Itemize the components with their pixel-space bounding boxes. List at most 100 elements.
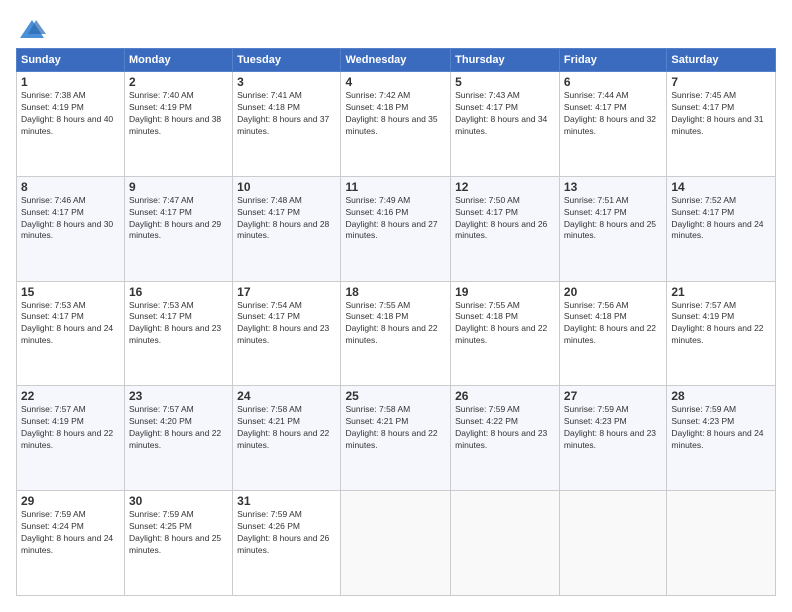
day-cell: 16 Sunrise: 7:53 AM Sunset: 4:17 PM Dayl… xyxy=(125,281,233,386)
day-info: Sunrise: 7:40 AM Sunset: 4:19 PM Dayligh… xyxy=(129,90,228,138)
day-cell xyxy=(451,491,560,596)
day-number: 31 xyxy=(237,494,336,508)
header-row: SundayMondayTuesdayWednesdayThursdayFrid… xyxy=(17,49,776,72)
week-row: 29 Sunrise: 7:59 AM Sunset: 4:24 PM Dayl… xyxy=(17,491,776,596)
day-number: 10 xyxy=(237,180,336,194)
day-number: 4 xyxy=(345,75,446,89)
day-info: Sunrise: 7:58 AM Sunset: 4:21 PM Dayligh… xyxy=(237,404,336,452)
day-number: 5 xyxy=(455,75,555,89)
day-cell: 27 Sunrise: 7:59 AM Sunset: 4:23 PM Dayl… xyxy=(559,386,666,491)
day-cell: 17 Sunrise: 7:54 AM Sunset: 4:17 PM Dayl… xyxy=(233,281,341,386)
week-row: 8 Sunrise: 7:46 AM Sunset: 4:17 PM Dayli… xyxy=(17,176,776,281)
day-info: Sunrise: 7:55 AM Sunset: 4:18 PM Dayligh… xyxy=(455,300,555,348)
day-info: Sunrise: 7:42 AM Sunset: 4:18 PM Dayligh… xyxy=(345,90,446,138)
day-info: Sunrise: 7:43 AM Sunset: 4:17 PM Dayligh… xyxy=(455,90,555,138)
day-cell: 4 Sunrise: 7:42 AM Sunset: 4:18 PM Dayli… xyxy=(341,72,451,177)
day-number: 7 xyxy=(671,75,771,89)
day-number: 21 xyxy=(671,285,771,299)
day-cell: 11 Sunrise: 7:49 AM Sunset: 4:16 PM Dayl… xyxy=(341,176,451,281)
day-header: Tuesday xyxy=(233,49,341,72)
day-cell: 30 Sunrise: 7:59 AM Sunset: 4:25 PM Dayl… xyxy=(125,491,233,596)
day-info: Sunrise: 7:59 AM Sunset: 4:22 PM Dayligh… xyxy=(455,404,555,452)
day-header: Friday xyxy=(559,49,666,72)
day-number: 3 xyxy=(237,75,336,89)
header xyxy=(16,16,776,38)
day-info: Sunrise: 7:53 AM Sunset: 4:17 PM Dayligh… xyxy=(129,300,228,348)
day-info: Sunrise: 7:44 AM Sunset: 4:17 PM Dayligh… xyxy=(564,90,662,138)
day-header: Monday xyxy=(125,49,233,72)
day-cell: 23 Sunrise: 7:57 AM Sunset: 4:20 PM Dayl… xyxy=(125,386,233,491)
logo-icon xyxy=(18,16,46,44)
day-cell: 9 Sunrise: 7:47 AM Sunset: 4:17 PM Dayli… xyxy=(125,176,233,281)
day-info: Sunrise: 7:57 AM Sunset: 4:20 PM Dayligh… xyxy=(129,404,228,452)
day-info: Sunrise: 7:54 AM Sunset: 4:17 PM Dayligh… xyxy=(237,300,336,348)
day-cell: 10 Sunrise: 7:48 AM Sunset: 4:17 PM Dayl… xyxy=(233,176,341,281)
day-cell: 5 Sunrise: 7:43 AM Sunset: 4:17 PM Dayli… xyxy=(451,72,560,177)
day-number: 11 xyxy=(345,180,446,194)
day-header: Wednesday xyxy=(341,49,451,72)
day-cell: 20 Sunrise: 7:56 AM Sunset: 4:18 PM Dayl… xyxy=(559,281,666,386)
day-info: Sunrise: 7:59 AM Sunset: 4:26 PM Dayligh… xyxy=(237,509,336,557)
day-info: Sunrise: 7:59 AM Sunset: 4:25 PM Dayligh… xyxy=(129,509,228,557)
day-number: 2 xyxy=(129,75,228,89)
day-cell: 12 Sunrise: 7:50 AM Sunset: 4:17 PM Dayl… xyxy=(451,176,560,281)
day-info: Sunrise: 7:59 AM Sunset: 4:23 PM Dayligh… xyxy=(671,404,771,452)
day-number: 13 xyxy=(564,180,662,194)
day-cell: 21 Sunrise: 7:57 AM Sunset: 4:19 PM Dayl… xyxy=(667,281,776,386)
day-cell: 1 Sunrise: 7:38 AM Sunset: 4:19 PM Dayli… xyxy=(17,72,125,177)
day-cell: 13 Sunrise: 7:51 AM Sunset: 4:17 PM Dayl… xyxy=(559,176,666,281)
day-number: 17 xyxy=(237,285,336,299)
week-row: 1 Sunrise: 7:38 AM Sunset: 4:19 PM Dayli… xyxy=(17,72,776,177)
day-number: 26 xyxy=(455,389,555,403)
day-cell: 3 Sunrise: 7:41 AM Sunset: 4:18 PM Dayli… xyxy=(233,72,341,177)
day-info: Sunrise: 7:48 AM Sunset: 4:17 PM Dayligh… xyxy=(237,195,336,243)
day-info: Sunrise: 7:58 AM Sunset: 4:21 PM Dayligh… xyxy=(345,404,446,452)
day-number: 20 xyxy=(564,285,662,299)
day-cell: 7 Sunrise: 7:45 AM Sunset: 4:17 PM Dayli… xyxy=(667,72,776,177)
day-cell: 31 Sunrise: 7:59 AM Sunset: 4:26 PM Dayl… xyxy=(233,491,341,596)
day-cell: 8 Sunrise: 7:46 AM Sunset: 4:17 PM Dayli… xyxy=(17,176,125,281)
day-number: 1 xyxy=(21,75,120,89)
day-info: Sunrise: 7:59 AM Sunset: 4:24 PM Dayligh… xyxy=(21,509,120,557)
day-info: Sunrise: 7:46 AM Sunset: 4:17 PM Dayligh… xyxy=(21,195,120,243)
day-info: Sunrise: 7:59 AM Sunset: 4:23 PM Dayligh… xyxy=(564,404,662,452)
day-info: Sunrise: 7:56 AM Sunset: 4:18 PM Dayligh… xyxy=(564,300,662,348)
day-info: Sunrise: 7:53 AM Sunset: 4:17 PM Dayligh… xyxy=(21,300,120,348)
day-number: 12 xyxy=(455,180,555,194)
day-number: 22 xyxy=(21,389,120,403)
day-number: 18 xyxy=(345,285,446,299)
day-info: Sunrise: 7:50 AM Sunset: 4:17 PM Dayligh… xyxy=(455,195,555,243)
day-info: Sunrise: 7:38 AM Sunset: 4:19 PM Dayligh… xyxy=(21,90,120,138)
day-info: Sunrise: 7:51 AM Sunset: 4:17 PM Dayligh… xyxy=(564,195,662,243)
day-number: 29 xyxy=(21,494,120,508)
day-cell: 26 Sunrise: 7:59 AM Sunset: 4:22 PM Dayl… xyxy=(451,386,560,491)
day-header: Saturday xyxy=(667,49,776,72)
day-cell xyxy=(559,491,666,596)
day-info: Sunrise: 7:41 AM Sunset: 4:18 PM Dayligh… xyxy=(237,90,336,138)
day-cell: 14 Sunrise: 7:52 AM Sunset: 4:17 PM Dayl… xyxy=(667,176,776,281)
day-cell: 25 Sunrise: 7:58 AM Sunset: 4:21 PM Dayl… xyxy=(341,386,451,491)
day-info: Sunrise: 7:55 AM Sunset: 4:18 PM Dayligh… xyxy=(345,300,446,348)
day-number: 23 xyxy=(129,389,228,403)
day-cell: 19 Sunrise: 7:55 AM Sunset: 4:18 PM Dayl… xyxy=(451,281,560,386)
day-cell: 15 Sunrise: 7:53 AM Sunset: 4:17 PM Dayl… xyxy=(17,281,125,386)
day-info: Sunrise: 7:49 AM Sunset: 4:16 PM Dayligh… xyxy=(345,195,446,243)
week-row: 15 Sunrise: 7:53 AM Sunset: 4:17 PM Dayl… xyxy=(17,281,776,386)
day-number: 19 xyxy=(455,285,555,299)
day-number: 16 xyxy=(129,285,228,299)
day-number: 15 xyxy=(21,285,120,299)
week-row: 22 Sunrise: 7:57 AM Sunset: 4:19 PM Dayl… xyxy=(17,386,776,491)
day-cell: 28 Sunrise: 7:59 AM Sunset: 4:23 PM Dayl… xyxy=(667,386,776,491)
day-number: 9 xyxy=(129,180,228,194)
day-info: Sunrise: 7:45 AM Sunset: 4:17 PM Dayligh… xyxy=(671,90,771,138)
day-cell: 22 Sunrise: 7:57 AM Sunset: 4:19 PM Dayl… xyxy=(17,386,125,491)
day-info: Sunrise: 7:57 AM Sunset: 4:19 PM Dayligh… xyxy=(671,300,771,348)
day-number: 8 xyxy=(21,180,120,194)
day-info: Sunrise: 7:52 AM Sunset: 4:17 PM Dayligh… xyxy=(671,195,771,243)
logo xyxy=(16,16,46,38)
day-info: Sunrise: 7:57 AM Sunset: 4:19 PM Dayligh… xyxy=(21,404,120,452)
page: SundayMondayTuesdayWednesdayThursdayFrid… xyxy=(0,0,792,612)
day-cell xyxy=(341,491,451,596)
day-cell xyxy=(667,491,776,596)
day-info: Sunrise: 7:47 AM Sunset: 4:17 PM Dayligh… xyxy=(129,195,228,243)
